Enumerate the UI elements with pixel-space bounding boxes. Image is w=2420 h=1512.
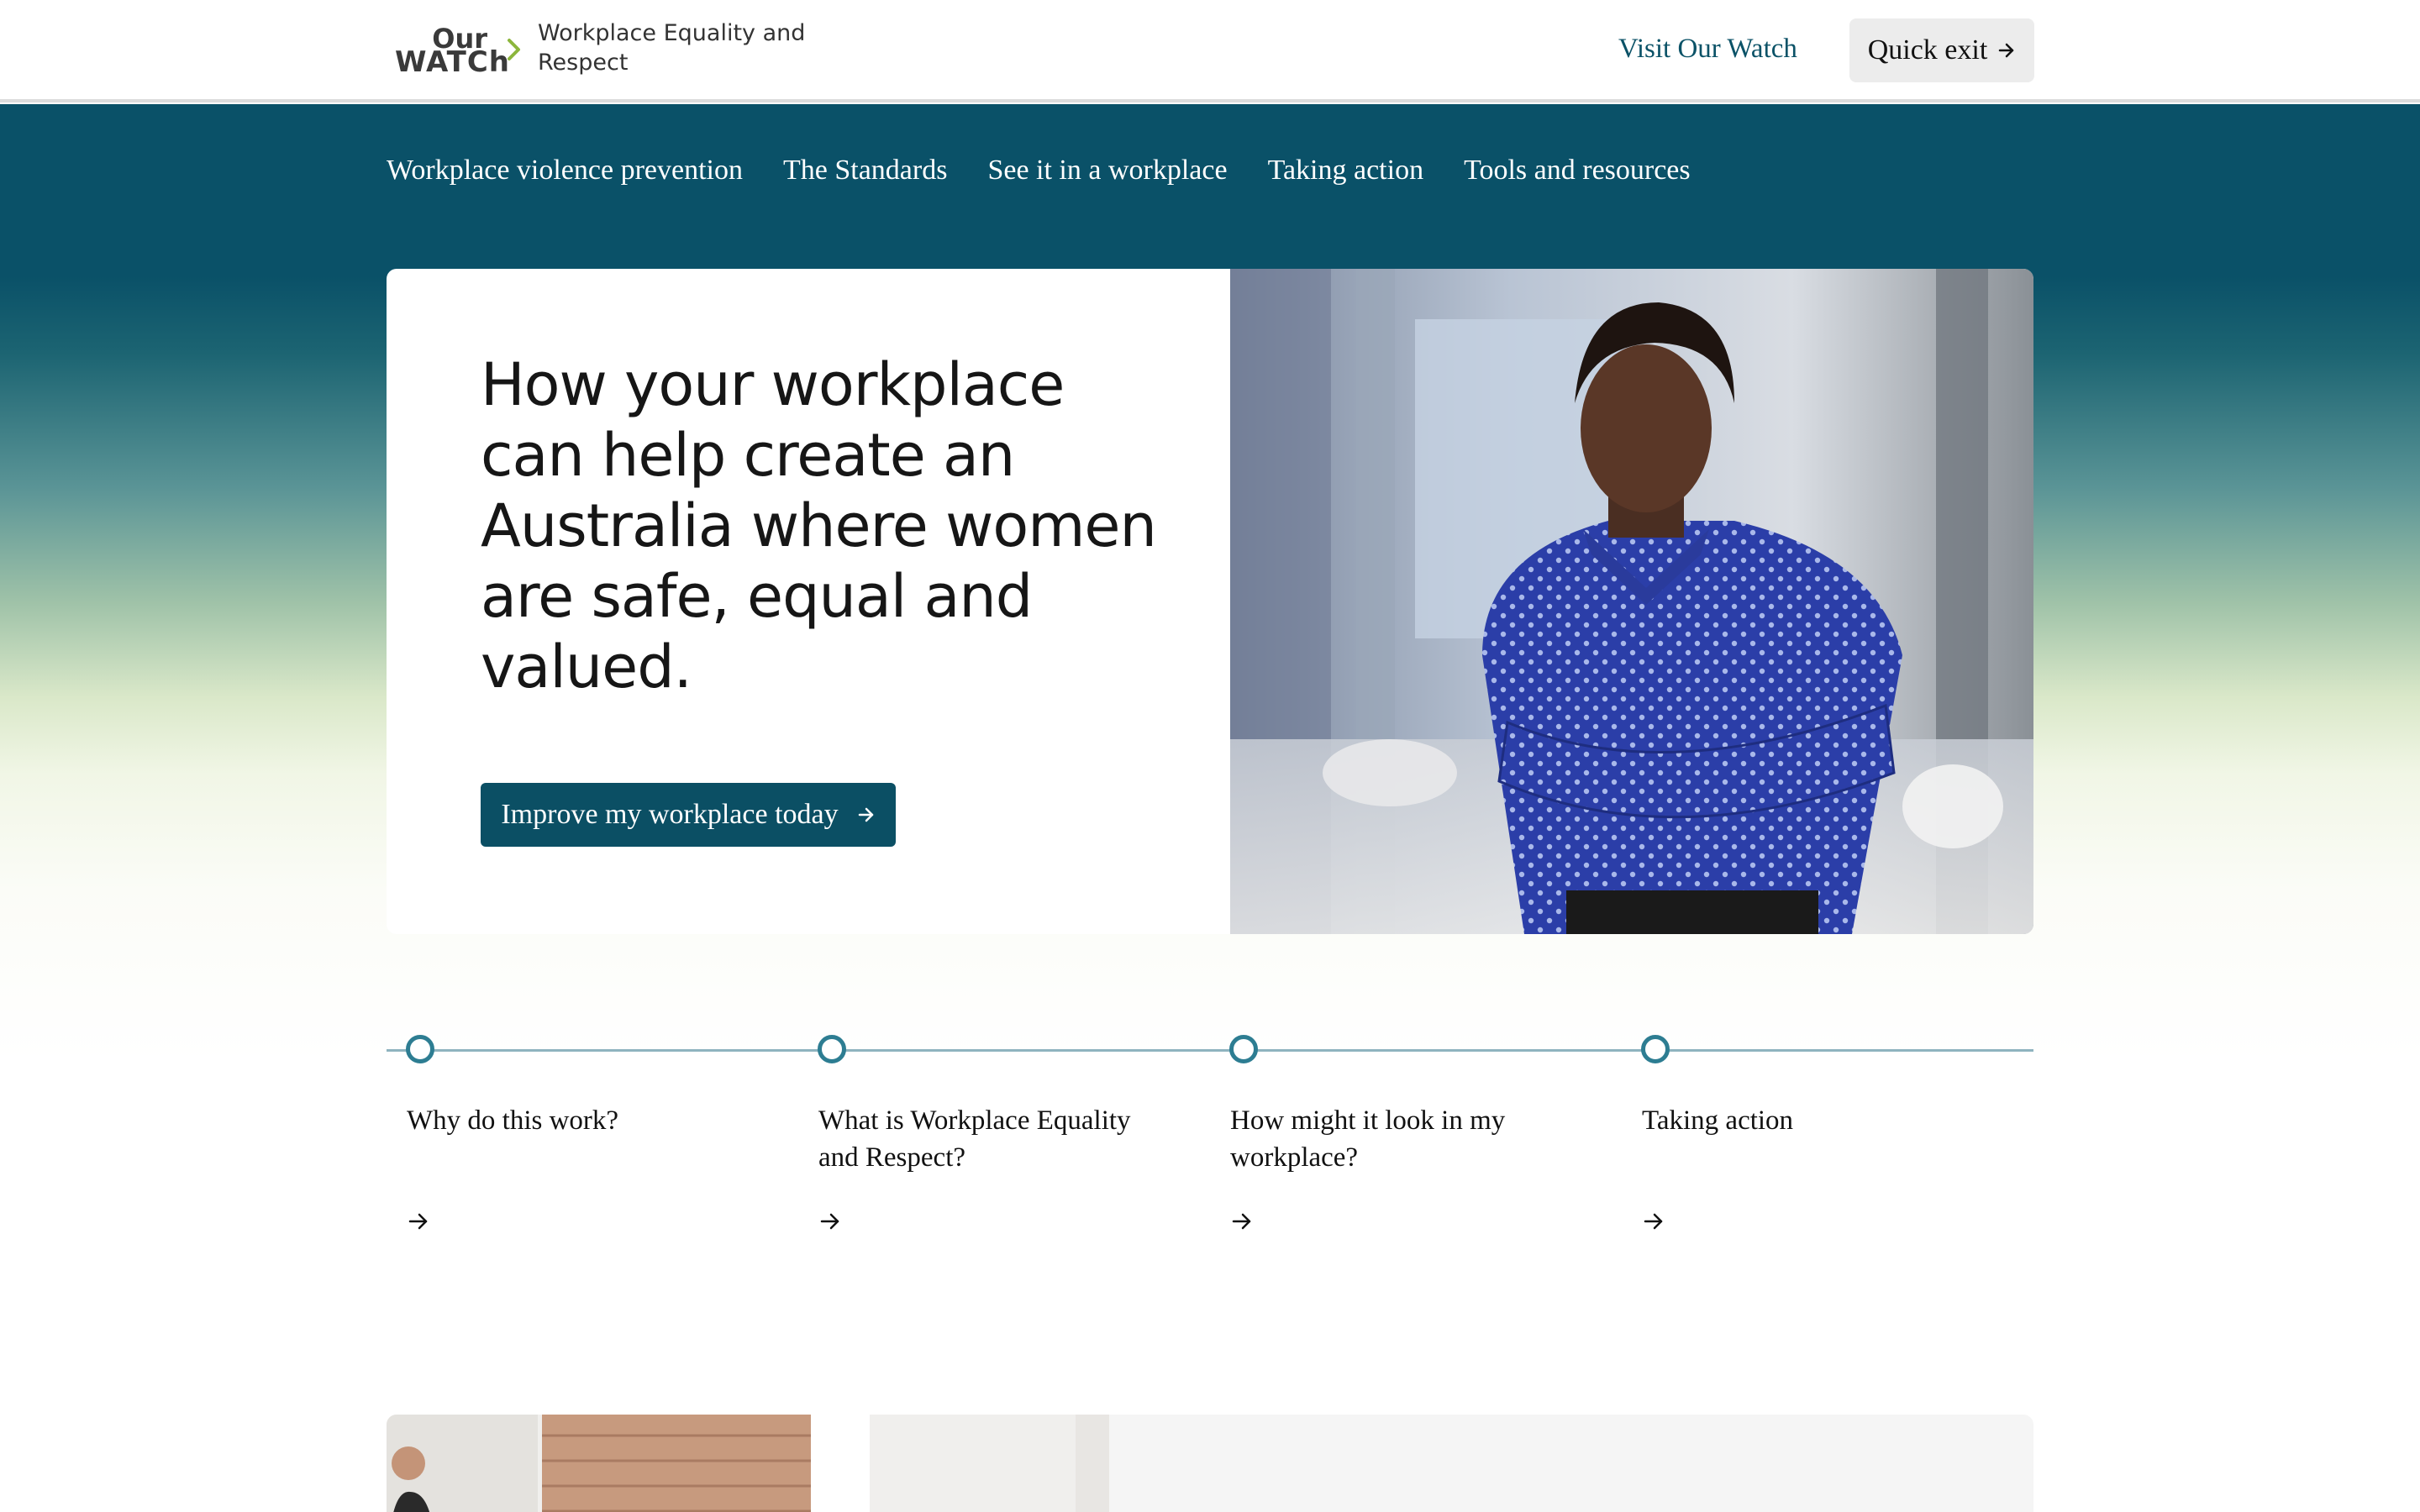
step-marker-icon [1641,1035,1670,1063]
step-marker-icon [818,1035,846,1063]
step-label: Why do this work? [407,1105,619,1136]
feature-photo [387,1415,1109,1512]
chevron-right-icon [508,39,520,60]
quick-exit-label: Quick exit [1867,34,1988,66]
arrow-right-icon[interactable] [818,1210,842,1233]
improve-workplace-button[interactable]: Improve my workplace today [481,783,896,847]
nav-item-tools-and-resources[interactable]: Tools and resources [1464,148,1691,193]
step-marker-icon [406,1035,434,1063]
hero-photo [1230,269,2033,934]
main-nav: Workplace violence prevention The Standa… [387,148,1691,193]
our-watch-logo[interactable]: Our WATCh [393,24,509,79]
step-marker-icon [1229,1035,1258,1063]
logo-line-watch: WATCh [395,45,510,79]
arrow-right-icon [858,807,873,822]
quick-exit-button[interactable]: Quick exit [1849,18,2034,82]
nav-item-see-it-in-a-workplace[interactable]: See it in a workplace [987,148,1227,193]
steps-line [387,1049,2033,1052]
step-label: Taking action [1642,1105,1794,1136]
arrow-right-icon[interactable] [1230,1210,1254,1233]
site-title-link[interactable]: Workplace Equality and Respect [538,18,807,77]
arrow-right-icon [1999,43,2014,58]
arrow-right-icon[interactable] [1642,1210,1665,1233]
step-label: What is Workplace Equality and Respect? [818,1105,1131,1173]
visit-our-watch-link[interactable]: Visit Our Watch [1618,29,1797,69]
nav-item-taking-action[interactable]: Taking action [1268,148,1424,193]
feature-card [387,1415,2033,1512]
arrow-right-icon[interactable] [407,1210,430,1233]
hero-card: How your workplace can help create an Au… [387,269,2033,934]
hero-heading: How your workplace can help create an Au… [481,350,1157,701]
nav-item-workplace-violence-prevention[interactable]: Workplace violence prevention [387,148,743,193]
site-header: Our WATCh Workplace Equality and Respect… [0,0,2420,102]
nav-item-the-standards[interactable]: The Standards [783,148,947,193]
step-label: How might it look in my workplace? [1230,1105,1506,1173]
cta-label: Improve my workplace today [501,799,839,830]
